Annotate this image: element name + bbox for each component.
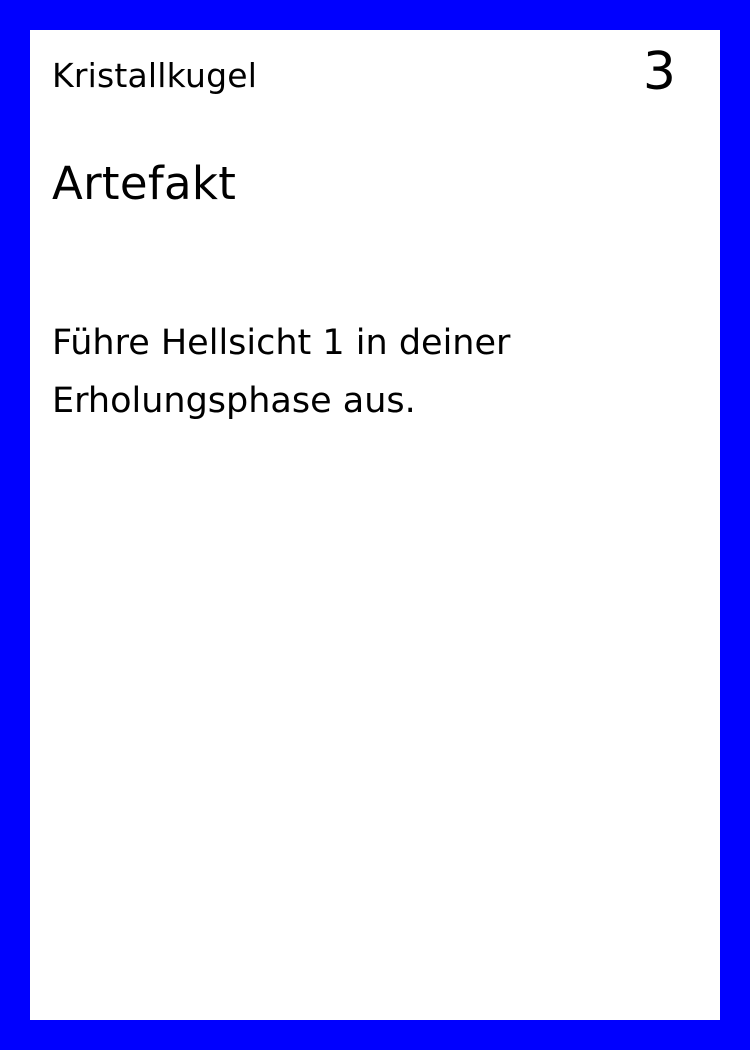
card-cost: 3	[642, 42, 676, 102]
card-type: Artefakt	[52, 157, 237, 210]
card-name: Kristallkugel	[52, 56, 258, 95]
card-rules-text: Führe Hellsicht 1 in deiner Erholungspha…	[52, 323, 511, 421]
game-card: Kristallkugel 3 Artefakt Führe Hellsicht…	[0, 0, 750, 1050]
card-face: Kristallkugel 3 Artefakt Führe Hellsicht…	[30, 30, 720, 1020]
